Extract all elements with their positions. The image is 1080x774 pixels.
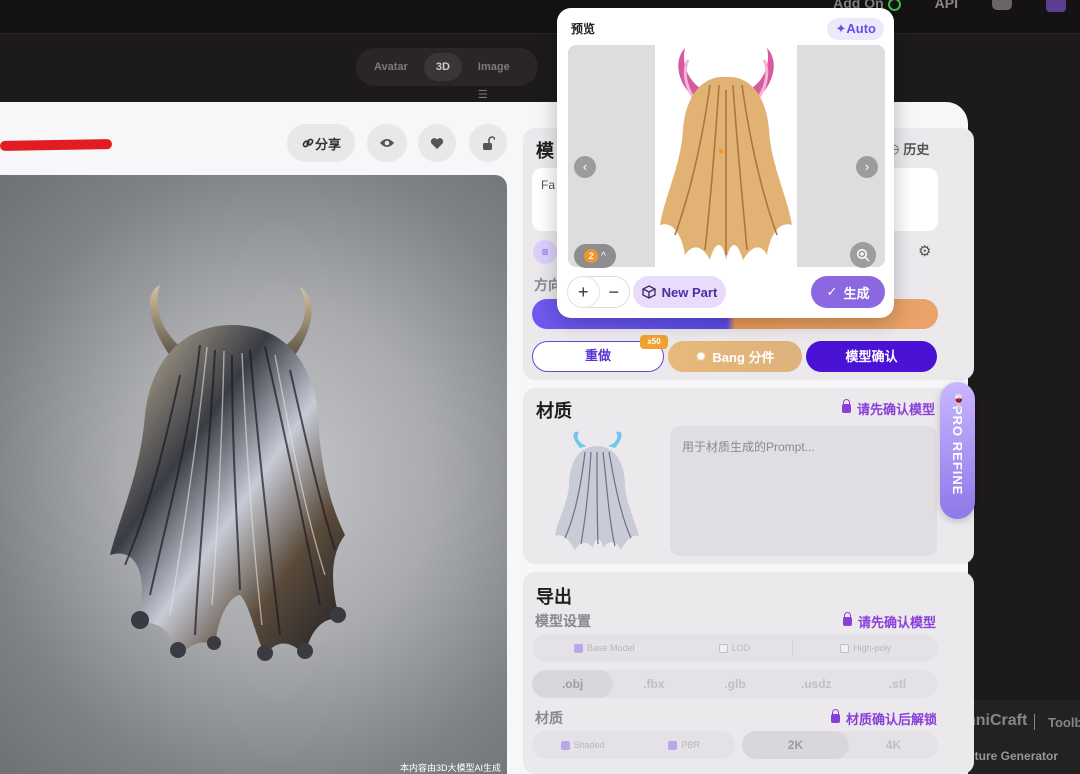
- material-lock-notice: 请先确认模型: [842, 399, 935, 418]
- material-options-row: Shaded PBR: [532, 731, 735, 759]
- option-shaded[interactable]: Shaded: [532, 740, 634, 751]
- sliders-icon[interactable]: ≡: [533, 240, 557, 264]
- top-bar: Add On API: [0, 0, 1080, 34]
- bang-split-button[interactable]: ✹ Bang 分件: [668, 341, 802, 372]
- ai-generated-caption: 本内容由3D大模型AI生成: [400, 763, 502, 773]
- auto-button[interactable]: ✦Auto: [827, 18, 884, 40]
- generate-button[interactable]: ✓ 生成: [811, 276, 885, 308]
- material-thumbnail: [535, 426, 661, 556]
- user-avatar-icon[interactable]: [1046, 0, 1066, 12]
- link-icon: [302, 138, 314, 148]
- background-divider: [1034, 714, 1035, 730]
- model-card-title: 模: [536, 141, 554, 161]
- api-link[interactable]: API: [935, 0, 958, 11]
- option-pbr[interactable]: PBR: [634, 740, 736, 751]
- option-lod[interactable]: LOD: [677, 643, 793, 654]
- new-part-button[interactable]: New Part: [633, 276, 726, 308]
- heart-icon: [430, 137, 444, 149]
- preview-popup: 预览 ✦Auto ‹ › 2 ^ + − New Part ✓ 生成: [557, 8, 894, 318]
- share-label: 分享: [314, 136, 341, 152]
- resolution-selector: 2K 4K: [742, 731, 938, 759]
- favorite-button[interactable]: [418, 124, 456, 162]
- checkbox-icon: [840, 644, 850, 654]
- export-options-row: Base Model LOD High-poly: [532, 634, 938, 662]
- part-count-badge: 2: [584, 249, 599, 263]
- lock-icon: [831, 709, 840, 723]
- plus-button[interactable]: +: [568, 277, 599, 307]
- resolution-4k[interactable]: 4K: [849, 738, 938, 752]
- prev-arrow-icon[interactable]: ‹: [574, 156, 596, 178]
- addon-status-icon: [887, 0, 901, 11]
- tab-avatar[interactable]: Avatar: [362, 53, 420, 81]
- eye-icon: [380, 139, 394, 147]
- history-button[interactable]: ◷历史: [888, 139, 929, 158]
- background-brand: nniCraft: [966, 712, 1028, 729]
- splash-icon: ✹: [695, 348, 707, 364]
- minus-button[interactable]: −: [599, 277, 630, 307]
- background-texture-link: xture Generator: [968, 749, 1059, 763]
- redacted-title: [0, 139, 113, 151]
- export-material-label: 材质: [535, 710, 563, 726]
- chevron-up-icon: ^: [601, 250, 606, 262]
- part-count-pill[interactable]: 2 ^: [574, 244, 616, 268]
- model-settings-lock-notice: 请先确认模型: [843, 612, 936, 631]
- visibility-button[interactable]: [367, 124, 407, 162]
- hair-model-render: [110, 285, 346, 661]
- check-icon: ✓: [826, 284, 838, 299]
- hair-preview-image: [660, 48, 792, 260]
- preview-image: [655, 45, 797, 267]
- tab-3d[interactable]: 3D: [423, 53, 462, 81]
- wine-glass-icon: 🍷: [950, 393, 968, 409]
- preview-title: 预览: [571, 22, 596, 36]
- confirm-model-button[interactable]: 模型确认: [806, 341, 937, 372]
- format-stl[interactable]: .stl: [857, 677, 938, 691]
- background-toolbar: Toolb: [1048, 715, 1080, 730]
- share-button[interactable]: 分享: [287, 124, 355, 162]
- format-selector: .obj .fbx .glb .usdz .stl: [532, 670, 938, 698]
- format-glb[interactable]: .glb: [694, 677, 775, 691]
- lock-icon: [843, 612, 852, 626]
- discord-icon[interactable]: [992, 0, 1012, 10]
- sparkle-icon: ✦: [835, 21, 847, 36]
- lock-icon: [842, 399, 851, 413]
- cube-icon: [642, 285, 656, 299]
- model-viewport[interactable]: [0, 175, 507, 774]
- menu-icon: ☰: [477, 89, 488, 101]
- next-arrow-icon[interactable]: ›: [856, 156, 878, 178]
- format-usdz[interactable]: .usdz: [776, 677, 857, 691]
- resolution-2k[interactable]: 2K: [742, 731, 849, 759]
- material-prompt-field[interactable]: 用于材质生成的Prompt...: [670, 426, 937, 556]
- model-settings-label: 模型设置: [535, 613, 591, 629]
- export-title: 导出: [536, 587, 572, 607]
- mode-switcher: Avatar 3D Image ☰: [356, 48, 538, 101]
- tab-image[interactable]: Image ☰: [466, 53, 532, 101]
- hair-thumbnail-image: [555, 431, 639, 550]
- checkbox-icon: [718, 644, 728, 654]
- option-base-model[interactable]: Base Model: [532, 643, 677, 654]
- settings-icon[interactable]: ⚙: [918, 243, 936, 261]
- zoom-in-icon[interactable]: [850, 242, 876, 268]
- checkbox-icon: [668, 741, 678, 751]
- checkbox-icon: [574, 644, 584, 654]
- unlock-icon: [483, 136, 495, 150]
- material-unlock-notice: 材质确认后解锁: [831, 709, 937, 728]
- preview-area: ‹ ›: [568, 45, 885, 267]
- format-obj[interactable]: .obj: [532, 670, 614, 698]
- magnifier-icon: [856, 248, 870, 262]
- checkbox-icon: [560, 741, 570, 751]
- format-fbx[interactable]: .fbx: [613, 677, 694, 691]
- cost-badge: x50: [640, 335, 668, 349]
- count-stepper: + −: [567, 276, 630, 308]
- material-title: 材质: [536, 401, 572, 421]
- lock-toggle-button[interactable]: [469, 124, 507, 162]
- option-high-poly[interactable]: High-poly: [793, 643, 938, 654]
